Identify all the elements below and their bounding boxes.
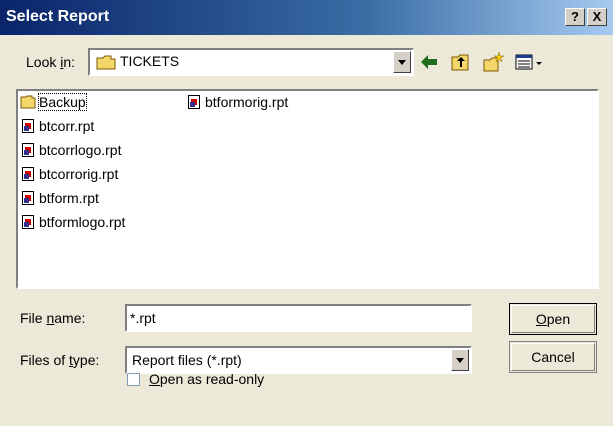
files-of-type-value: Report files (*.rpt) — [132, 352, 242, 368]
new-folder-icon[interactable] — [482, 51, 504, 73]
back-arrow-icon[interactable] — [418, 51, 440, 73]
help-button[interactable]: ? — [565, 8, 585, 26]
report-file-icon — [20, 214, 36, 230]
close-button[interactable]: X — [587, 8, 607, 26]
look-in-value: TICKETS — [120, 53, 180, 69]
close-icon: X — [592, 9, 602, 24]
report-file-icon — [20, 190, 36, 206]
read-only-checkbox[interactable] — [127, 373, 140, 386]
folder-icon — [20, 94, 36, 110]
report-file-icon — [20, 166, 36, 182]
files-of-type-label: Files of type: — [20, 352, 100, 368]
select-report-dialog: Select Report ? X Look in: TICKETS Backu… — [0, 0, 613, 426]
report-file-icon — [186, 94, 202, 110]
file-name: Backup — [38, 93, 87, 111]
file-name: btcorr.rpt — [39, 118, 95, 134]
file-name: btformlogo.rpt — [39, 214, 126, 230]
file-name-input[interactable]: *.rpt — [125, 304, 472, 332]
folder-icon — [96, 55, 116, 70]
files-of-type-select[interactable]: Report files (*.rpt) — [125, 346, 472, 374]
look-in-label: Look in: — [26, 54, 76, 70]
read-only-label: Open as read-only — [149, 371, 265, 387]
file-name: btcorrorig.rpt — [39, 166, 119, 182]
view-menu-icon[interactable] — [514, 51, 544, 73]
cancel-button[interactable]: Cancel — [509, 341, 597, 373]
files-of-type-dropdown-button[interactable] — [451, 349, 469, 371]
up-folder-icon[interactable] — [450, 51, 472, 73]
file-list[interactable]: Backup btcorr.rpt btcorrlogo.rpt btcorrorig… — [16, 89, 599, 289]
help-icon: ? — [571, 9, 579, 24]
window-title: Select Report — [6, 8, 110, 25]
open-button[interactable]: Open — [509, 303, 597, 335]
look-in-dropdown-button[interactable] — [393, 51, 411, 73]
report-file-icon — [20, 142, 36, 158]
file-name: btform.rpt — [39, 190, 99, 206]
file-name-label: File name: — [20, 310, 86, 326]
file-name-value: *.rpt — [130, 310, 156, 326]
report-file-icon — [20, 118, 36, 134]
file-name: btformorig.rpt — [205, 94, 289, 110]
look-in-combobox[interactable]: TICKETS — [88, 48, 414, 76]
title-bar[interactable]: Select Report ? X — [0, 0, 613, 35]
file-name: btcorrlogo.rpt — [39, 142, 122, 158]
